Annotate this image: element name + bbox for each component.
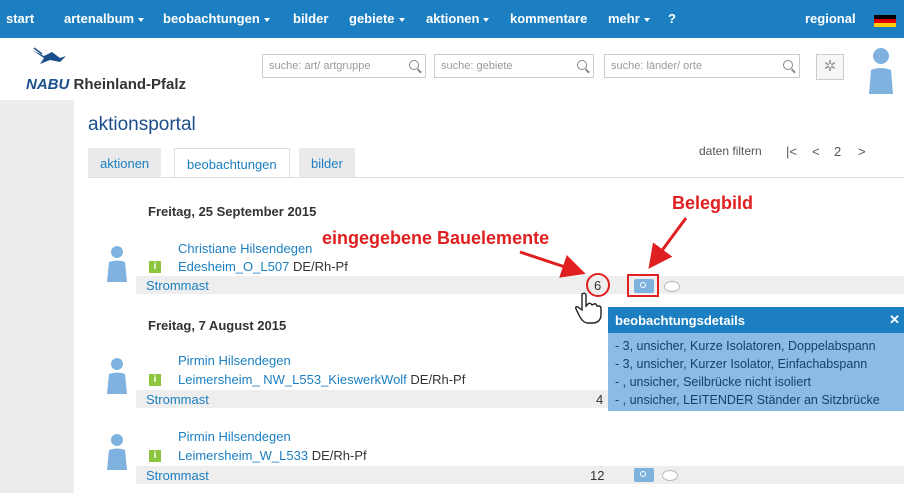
german-flag-icon[interactable] xyxy=(874,15,896,27)
location-link[interactable]: Leimersheim_W_L533 DE/Rh-Pf xyxy=(178,448,367,463)
comment-icon[interactable] xyxy=(664,281,680,292)
observer-name-link[interactable]: Pirmin Hilsendegen xyxy=(178,353,291,368)
comment-icon[interactable] xyxy=(662,470,678,481)
info-icon[interactable]: i xyxy=(149,261,161,273)
page-title: aktionsportal xyxy=(88,114,196,135)
nav-help[interactable]: ? xyxy=(668,11,676,26)
pager-current-page[interactable]: 2 xyxy=(834,144,841,159)
site-logo[interactable]: NABU Rheinland-Pfalz xyxy=(26,76,186,93)
tab-divider xyxy=(88,177,904,178)
nav-gebiete[interactable]: gebiete xyxy=(349,11,405,26)
category-link[interactable]: Strommast xyxy=(146,392,209,407)
chevron-down-icon xyxy=(643,17,650,22)
pager-next-button[interactable]: > xyxy=(858,144,866,159)
portal-card: aktionsportal aktionen beobachtungen bil… xyxy=(74,100,904,493)
user-avatar[interactable] xyxy=(866,46,896,96)
annotation-belegbild: Belegbild xyxy=(672,193,754,213)
info-icon[interactable]: i xyxy=(149,374,161,386)
search-icon[interactable] xyxy=(577,60,587,70)
close-icon[interactable]: ✕ xyxy=(889,312,900,328)
tab-bilder[interactable]: bilder xyxy=(299,148,355,178)
chevron-down-icon xyxy=(483,17,490,22)
location-link[interactable]: Edesheim_O_L507 DE/Rh-Pf xyxy=(178,259,348,274)
element-count[interactable]: 12 xyxy=(590,468,604,483)
gear-icon[interactable]: ✲ xyxy=(816,54,844,80)
pager-prev-button[interactable]: < xyxy=(812,144,820,159)
pager-first-button[interactable]: |< xyxy=(786,144,797,159)
nav-start[interactable]: start xyxy=(6,11,34,26)
table-row: Strommast 6 xyxy=(136,276,904,294)
chevron-down-icon xyxy=(263,17,270,22)
observer-avatar[interactable] xyxy=(104,432,130,472)
annotation-bauelemente: eingegebene Bauelemente xyxy=(322,228,550,248)
observer-avatar[interactable] xyxy=(104,356,130,396)
photo-highlight-box xyxy=(627,274,659,297)
element-count[interactable]: 4 xyxy=(596,392,603,407)
chevron-down-icon xyxy=(398,17,405,22)
nav-mehr[interactable]: mehr xyxy=(608,11,650,26)
areas-search-input[interactable]: suche: gebiete xyxy=(434,54,594,78)
nav-regional[interactable]: regional xyxy=(805,11,856,26)
observer-name-link[interactable]: Christiane Hilsendegen xyxy=(178,241,312,256)
observation-details-popup: beobachtungsdetails ✕ - 3, unsicher, Kur… xyxy=(608,307,904,411)
site-header: NABU Rheinland-Pfalz suche: art/ artgrup… xyxy=(0,38,904,100)
detail-line: - 3, unsicher, Kurzer Isolator, Einfacha… xyxy=(615,357,868,371)
top-navigation: start artenalbum beobachtungen bilder ge… xyxy=(0,0,904,38)
camera-icon[interactable] xyxy=(634,468,654,482)
category-link[interactable]: Strommast xyxy=(146,278,209,293)
chevron-down-icon xyxy=(138,17,145,22)
popup-title: beobachtungsdetails xyxy=(608,307,904,333)
tab-beobachtungen[interactable]: beobachtungen xyxy=(174,148,290,178)
date-heading: Freitag, 7 August 2015 xyxy=(148,318,287,333)
observer-avatar[interactable] xyxy=(104,244,130,284)
location-link[interactable]: Leimersheim_ NW_L553_KieswerkWolf DE/Rh-… xyxy=(178,372,465,387)
nav-aktionen[interactable]: aktionen xyxy=(426,11,490,26)
filter-data-button[interactable]: daten filtern xyxy=(699,144,762,158)
nav-beobachtungen[interactable]: beobachtungen xyxy=(163,11,270,26)
nav-artenalbum[interactable]: artenalbum xyxy=(64,11,145,26)
observer-name-link[interactable]: Pirmin Hilsendegen xyxy=(178,429,291,444)
nav-kommentare[interactable]: kommentare xyxy=(510,11,587,26)
category-link[interactable]: Strommast xyxy=(146,468,209,483)
search-icon[interactable] xyxy=(409,60,419,70)
table-row: Strommast 12 xyxy=(136,466,904,484)
date-heading: Freitag, 25 September 2015 xyxy=(148,204,317,219)
nav-bilder[interactable]: bilder xyxy=(293,11,328,26)
hand-cursor-icon xyxy=(575,292,602,324)
species-search-input[interactable]: suche: art/ artgruppe xyxy=(262,54,426,78)
tab-aktionen[interactable]: aktionen xyxy=(88,148,162,178)
bird-logo-icon xyxy=(32,47,66,64)
detail-line: - , unsicher, LEITENDER Ständer an Sitzb… xyxy=(615,393,880,407)
info-icon[interactable]: i xyxy=(149,450,161,462)
search-icon[interactable] xyxy=(783,60,793,70)
places-search-input[interactable]: suche: länder/ orte xyxy=(604,54,800,78)
detail-line: - 3, unsicher, Kurze Isolatoren, Doppela… xyxy=(615,339,876,353)
detail-line: - , unsicher, Seilbrücke nicht isoliert xyxy=(615,375,811,389)
